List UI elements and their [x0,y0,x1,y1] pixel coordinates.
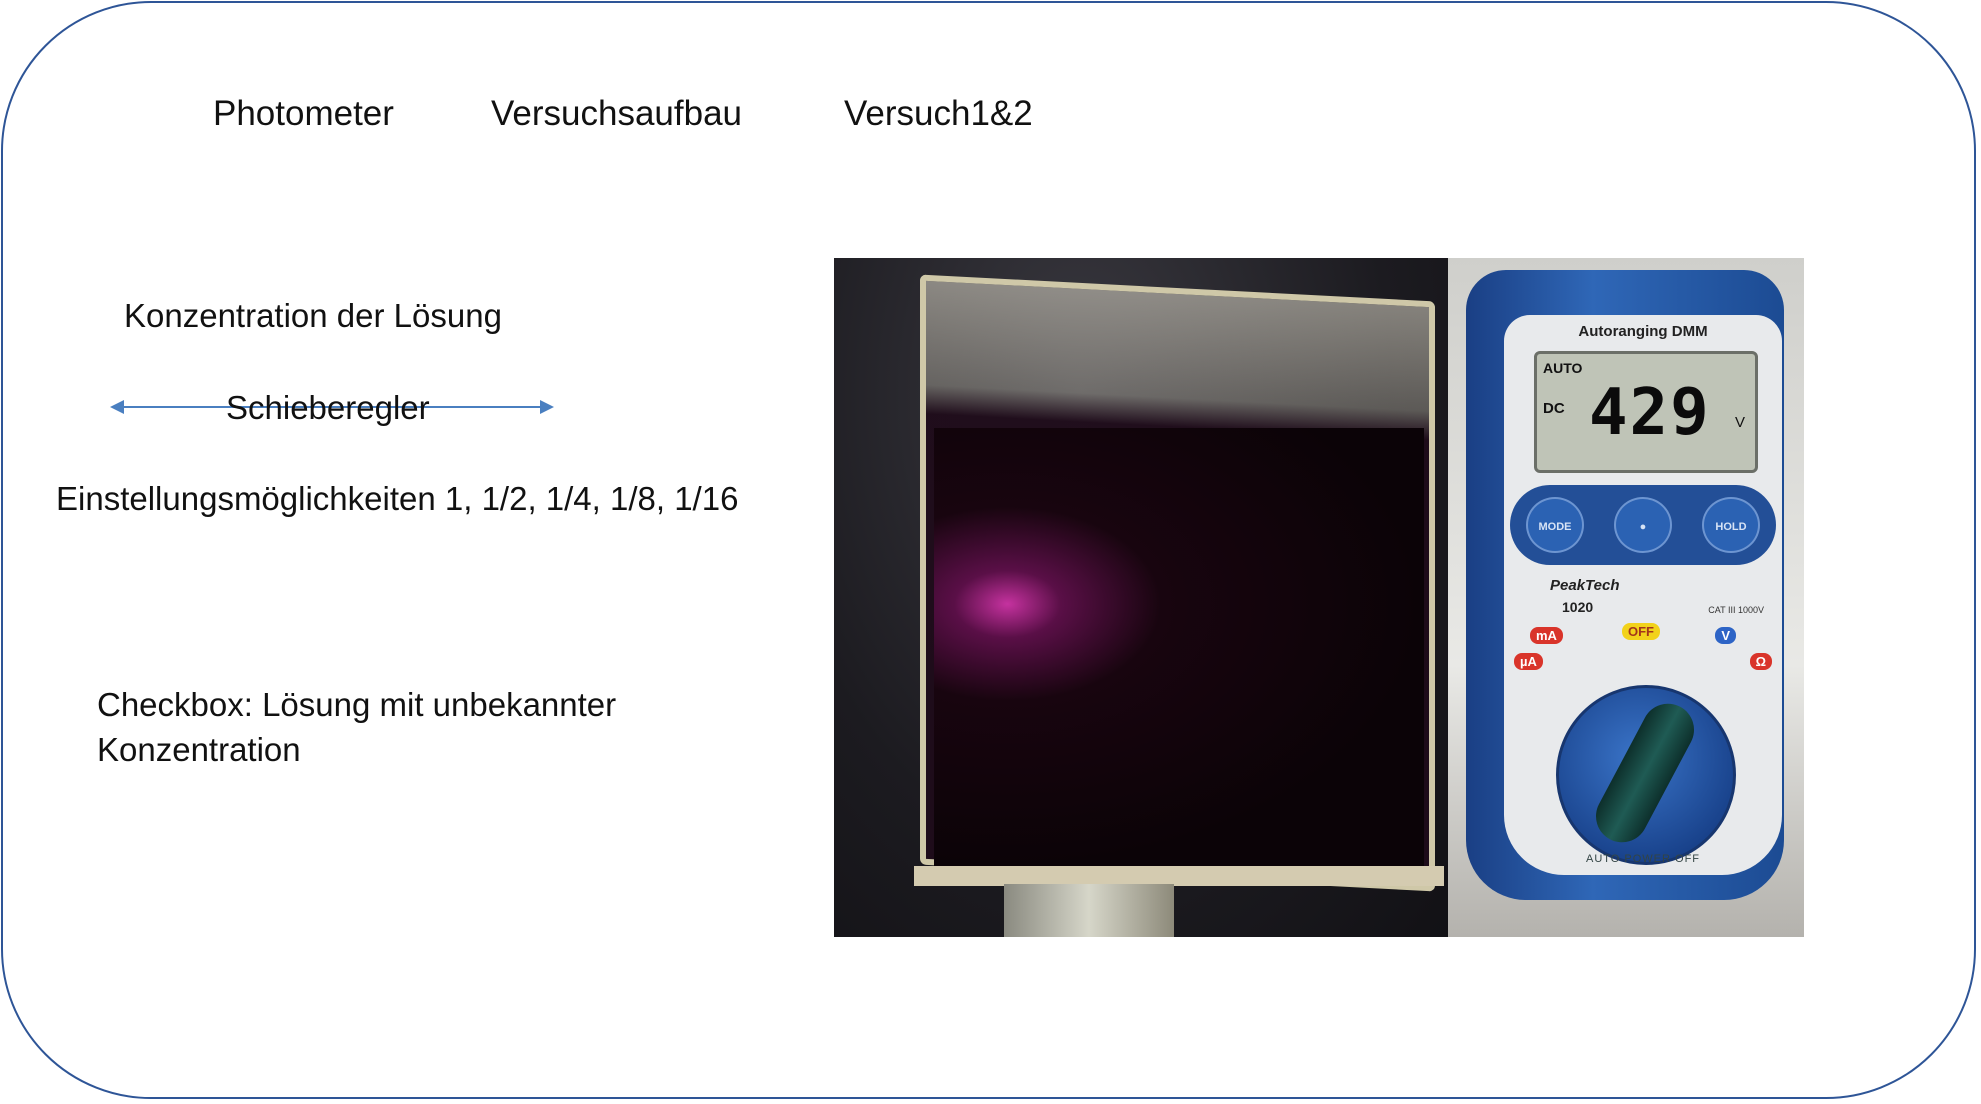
lcd-auto: AUTO [1543,360,1583,376]
slider-label: Schieberegler [226,389,430,426]
lightbulb-icon: ● [1614,497,1672,553]
cuvette-base [914,866,1444,886]
meter-model: 1020 [1562,599,1594,615]
tag-ua: µA [1514,653,1543,670]
meter-brand: PeakTech [1550,577,1620,594]
lcd-unit: V [1734,414,1745,431]
meter-knob [1586,694,1704,852]
concentration-label: Konzentration der Lösung [124,297,502,334]
tag-v: V [1715,627,1736,644]
meter-button-row: MODE ● HOLD [1510,485,1776,565]
concentration-slider[interactable]: Schieberegler [110,386,554,430]
multimeter-body: Autoranging DMM AUTO DC 429 V MODE ● HOL… [1466,270,1784,900]
meter-title: Autoranging DMM [1578,323,1708,340]
lcd-value: 429 [1589,376,1711,450]
cuvette-liquid [934,428,1424,868]
tab-photometer[interactable]: Photometer [213,92,394,136]
arrow-right-icon[interactable] [540,400,554,414]
tag-ma: mA [1530,627,1563,644]
arrow-left-icon[interactable] [110,400,124,414]
meter-category: CAT III 1000V [1708,605,1764,615]
multimeter-photo: Autoranging DMM AUTO DC 429 V MODE ● HOL… [1448,258,1804,937]
cuvette-stand [1004,884,1174,937]
unknown-concentration-checkbox[interactable]: Checkbox: Lösung mit unbekannter Konzent… [97,682,717,772]
tab-versuch-1-2[interactable]: Versuch1&2 [844,92,1033,136]
tag-ohm: Ω [1749,653,1772,670]
tab-versuchsaufbau[interactable]: Versuchsaufbau [491,92,742,136]
meter-mode-button: MODE [1526,497,1584,553]
multimeter-face: Autoranging DMM AUTO DC 429 V MODE ● HOL… [1504,315,1782,875]
meter-display: AUTO DC 429 V [1534,351,1758,473]
setup-photo: Autoranging DMM AUTO DC 429 V MODE ● HOL… [834,258,1804,937]
meter-hold-button: HOLD [1702,497,1760,553]
tag-off: OFF [1622,623,1660,640]
options-label: Einstellungsmöglichkeiten 1, 1/2, 1/4, 1… [56,480,739,517]
meter-dial [1556,685,1736,865]
auto-power-off-label: AUTO POWER OFF [1585,853,1701,865]
lcd-dc: DC [1543,400,1565,417]
cuvette-photo [834,258,1448,937]
